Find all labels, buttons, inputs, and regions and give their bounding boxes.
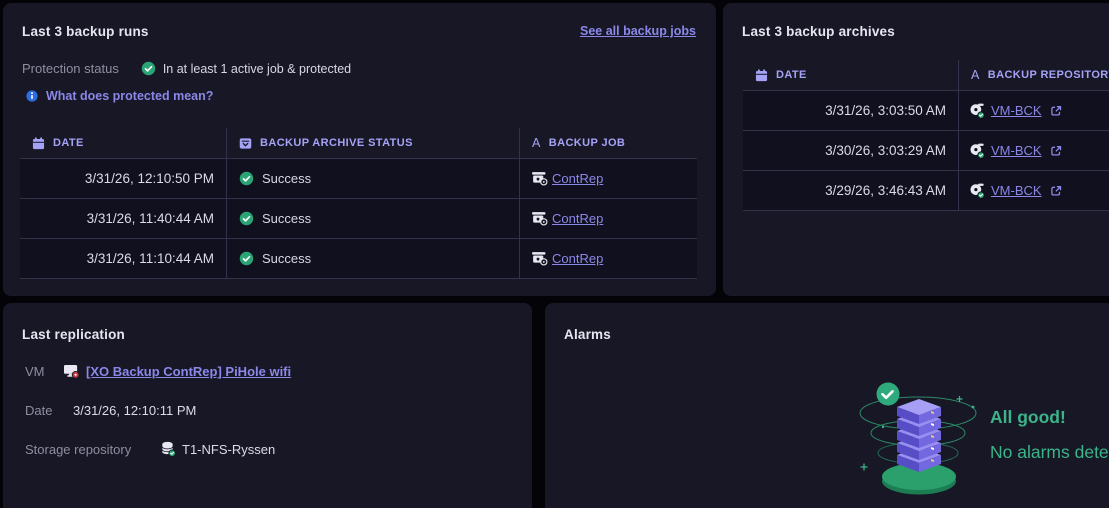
run-job: ContRep [519, 159, 697, 198]
backup-run-row: 3/31/26, 11:40:44 AM Success ContRep [20, 199, 697, 239]
backup-runs-panel: Last 3 backup runs See all backup jobs P… [3, 3, 716, 296]
info-icon [26, 90, 38, 102]
run-date: 3/31/26, 12:10:50 PM [84, 171, 214, 186]
backup-job-link[interactable]: ContRep [552, 171, 603, 186]
dashboard-page: Last 3 backup runs See all backup jobs P… [0, 0, 1109, 508]
backup-job-icon [531, 251, 548, 266]
alarms-status-title: All good! [990, 407, 1066, 427]
archive-repository: VM-BCK [958, 131, 1109, 170]
replication-date-value: 3/31/26, 12:10:11 PM [73, 403, 197, 418]
protection-status-label: Protection status [22, 61, 119, 76]
archive-date: 3/31/26, 3:03:50 AM [825, 103, 946, 118]
text-icon: A [971, 67, 980, 82]
backup-archive-row: 3/30/26, 3:03:29 AM VM-BCK [743, 131, 1109, 171]
date-column-header: DATE [20, 128, 226, 158]
alarms-status-text: All good! No alarms detected [990, 407, 1109, 463]
backup-archive-row: 3/31/26, 3:03:50 AM VM-BCK [743, 91, 1109, 131]
alarms-status-subtitle: No alarms detected [990, 442, 1109, 462]
backup-runs-title: Last 3 backup runs [22, 24, 149, 39]
archive-icon [239, 137, 252, 150]
backup-archives-title: Last 3 backup archives [742, 24, 895, 39]
backup-job-link[interactable]: ContRep [552, 211, 603, 226]
success-check-icon [239, 171, 254, 186]
external-link-icon [1050, 105, 1062, 117]
success-check-icon [239, 251, 254, 266]
backup-repository-icon [969, 183, 985, 199]
job-column-header: A BACKUP JOB [519, 128, 697, 158]
see-all-backup-jobs-link[interactable]: See all backup jobs [580, 24, 696, 38]
alarms-panel: Alarms All good! No alarms dete [545, 303, 1109, 508]
backup-archives-panel: Last 3 backup archives DATE A BACKUP REP… [723, 3, 1109, 296]
vm-label: VM [25, 364, 45, 379]
backup-repository-icon [969, 103, 985, 119]
backup-repository-link[interactable]: VM-BCK [991, 183, 1042, 198]
run-status: Success [226, 239, 519, 278]
external-link-icon [1050, 185, 1062, 197]
backup-job-link[interactable]: ContRep [552, 251, 603, 266]
run-job: ContRep [519, 199, 697, 238]
archive-date: 3/30/26, 3:03:29 AM [825, 143, 946, 158]
replicated-vm-link[interactable]: [XO Backup ContRep] PiHole wifi [86, 364, 291, 379]
archive-repository: VM-BCK [958, 91, 1109, 130]
all-good-illustration [845, 369, 995, 504]
calendar-icon [755, 68, 768, 82]
replication-storage-row: Storage repository T1-NFS-Ryssen [25, 441, 275, 457]
protection-status-row: Protection status In at least 1 active j… [22, 61, 351, 76]
text-icon: A [532, 135, 541, 150]
run-status: Success [226, 159, 519, 198]
backup-archive-row: 3/29/26, 3:46:43 AM VM-BCK [743, 171, 1109, 211]
backup-run-row: 3/31/26, 11:10:44 AM Success ContRep [20, 239, 697, 279]
run-date: 3/31/26, 11:40:44 AM [86, 211, 214, 226]
what-does-protected-mean-link[interactable]: What does protected mean? [46, 89, 213, 103]
success-check-icon [141, 61, 156, 76]
archive-date: 3/29/26, 3:46:43 AM [825, 183, 946, 198]
protection-status-value: In at least 1 active job & protected [162, 61, 352, 76]
date-column-header: DATE [743, 60, 958, 90]
run-job: ContRep [519, 239, 697, 278]
success-check-icon [239, 211, 254, 226]
backup-job-icon [531, 211, 548, 226]
storage-repository-icon [161, 441, 176, 457]
repository-column-header: A BACKUP REPOSITORY [958, 60, 1109, 90]
backup-job-icon [531, 171, 548, 186]
date-label: Date [25, 403, 53, 418]
status-column-header: BACKUP ARCHIVE STATUS [226, 128, 519, 158]
archive-repository: VM-BCK [958, 171, 1109, 210]
external-link-icon [1050, 145, 1062, 157]
vm-icon [63, 364, 80, 379]
storage-repository-label: Storage repository [25, 441, 132, 457]
backup-run-row: 3/31/26, 12:10:50 PM Success ContRep [20, 159, 697, 199]
alarms-title: Alarms [564, 327, 611, 342]
last-replication-title: Last replication [22, 327, 125, 342]
last-replication-panel: Last replication VM [XO Backup ContRep] … [3, 303, 532, 508]
backup-repository-icon [969, 143, 985, 159]
run-status: Success [226, 199, 519, 238]
backup-archives-table: DATE A BACKUP REPOSITORY 3/31/26, 3:03:5… [743, 60, 1109, 211]
table-header-row: DATE A BACKUP REPOSITORY [743, 60, 1109, 91]
run-date: 3/31/26, 11:10:44 AM [86, 251, 214, 266]
backup-repository-link[interactable]: VM-BCK [991, 103, 1042, 118]
backup-repository-link[interactable]: VM-BCK [991, 143, 1042, 158]
storage-repository-value: T1-NFS-Ryssen [182, 441, 276, 457]
replication-date-row: Date 3/31/26, 12:10:11 PM [25, 403, 196, 418]
table-header-row: DATE BACKUP ARCHIVE STATUS A BACKUP JOB [20, 128, 697, 159]
calendar-icon [32, 136, 45, 150]
backup-runs-table: DATE BACKUP ARCHIVE STATUS A BACKUP JOB … [20, 128, 697, 279]
protected-info-row: What does protected mean? [26, 89, 213, 103]
replication-vm-row: VM [XO Backup ContRep] PiHole wifi [25, 364, 291, 379]
